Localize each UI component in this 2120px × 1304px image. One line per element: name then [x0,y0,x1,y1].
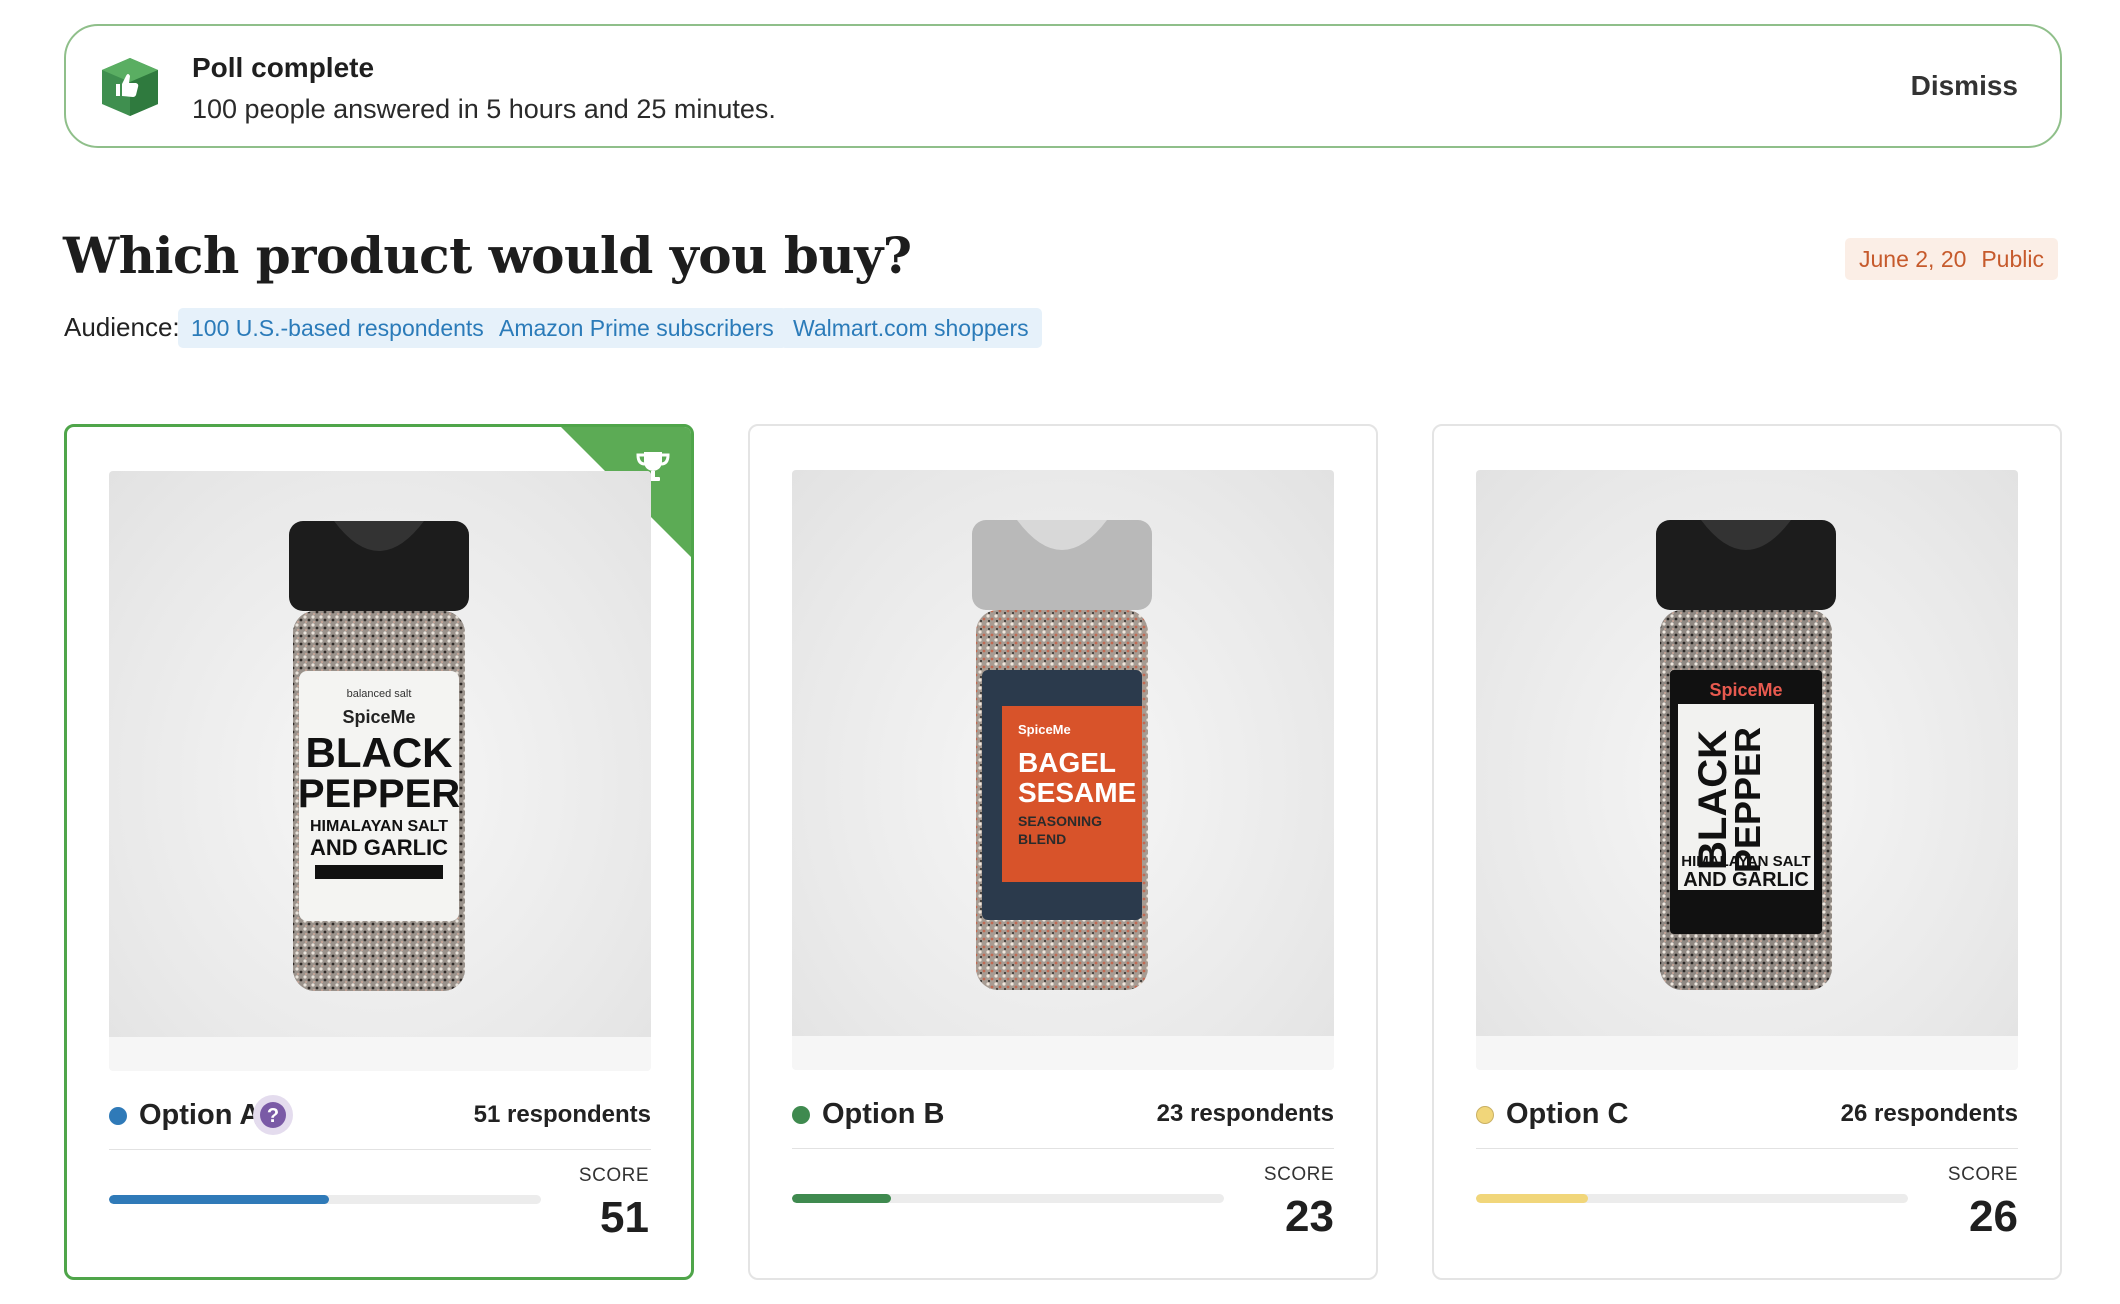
score-bar-fill [109,1195,330,1204]
respondent-count: 23 respondents [1156,1100,1334,1127]
svg-text:AND GARLIC: AND GARLIC [1683,869,1809,891]
svg-text:SEASONING: SEASONING [1018,813,1102,829]
score-bar-fill [792,1194,892,1203]
banner-title: Poll complete [192,52,375,83]
score-bar [109,1195,541,1204]
audience-label: Audience: [64,312,180,342]
score-value: 23 [1285,1192,1334,1241]
divider [1476,1148,2018,1149]
svg-text:SESAME: SESAME [1018,777,1136,808]
dismiss-button[interactable]: Dismiss [1911,70,2018,102]
product-image: SpiceMe BLACK PEPPER HIMALAYAN SALT AND … [1476,470,2018,1036]
score-label: SCORE [1263,1164,1334,1185]
svg-text:PEPPER: PEPPER [298,772,460,816]
score-bar-fill [1476,1194,1589,1203]
option-card-c[interactable]: SpiceMe BLACK PEPPER HIMALAYAN SALT AND … [1432,424,2062,1280]
svg-text:SpiceMe: SpiceMe [342,707,415,727]
product-image-frame: balanced salt SpiceMe BLACK PEPPER HIMAL… [109,471,651,1071]
svg-text:SpiceMe: SpiceMe [1018,722,1071,737]
option-label: Option C [1506,1098,1629,1130]
spice-jar-image: SpiceMe BLACK PEPPER HIMALAYAN SALT AND … [1656,520,1836,990]
score-label: SCORE [578,1165,649,1186]
thumbs-up-cube-icon [102,58,158,116]
svg-text:BLEND: BLEND [1018,831,1066,847]
svg-text:AND GARLIC: AND GARLIC [310,835,448,860]
product-image: balanced salt SpiceMe BLACK PEPPER HIMAL… [109,471,651,1037]
svg-text:BLACK: BLACK [306,729,453,776]
svg-text:PEPPER: PEPPER [1727,727,1768,873]
svg-text:HIMALAYAN SALT: HIMALAYAN SALT [1681,853,1810,870]
score-value: 51 [600,1193,649,1242]
divider [792,1148,1334,1149]
respondent-count: 26 respondents [1840,1100,2018,1127]
product-image-frame: SpiceMe BLACK PEPPER HIMALAYAN SALT AND … [1476,470,2018,1070]
poll-results-page: Poll complete 100 people answered in 5 h… [0,0,2120,1304]
score-label: SCORE [1947,1164,2018,1185]
option-color-dot [1476,1106,1494,1124]
score-value: 26 [1969,1192,2018,1241]
option-color-dot [109,1107,127,1125]
option-row: Option C 26 respondents [1476,1094,2018,1134]
spice-jar-image: SpiceMe BAGEL SESAME SEASONING BLEND [972,520,1152,990]
svg-text:BAGEL: BAGEL [1018,747,1116,778]
product-image: SpiceMe BAGEL SESAME SEASONING BLEND [792,470,1334,1036]
svg-text:balanced salt: balanced salt [347,688,412,700]
spice-jar-image: balanced salt SpiceMe BLACK PEPPER HIMAL… [289,521,469,991]
poll-title: Which product would you buy? [63,226,912,285]
help-icon[interactable]: ? [253,1095,293,1135]
option-row: Option A ? 51 respondents [109,1095,651,1135]
banner-message: 100 people answered in 5 hours and 25 mi… [192,94,776,124]
respondent-count: 51 respondents [473,1101,651,1128]
option-card-b[interactable]: SpiceMe BAGEL SESAME SEASONING BLEND Opt… [748,424,1378,1280]
svg-text:SpiceMe: SpiceMe [1709,680,1782,700]
option-color-dot [792,1106,810,1124]
audience-tag[interactable]: 100 U.S.-based respondents [178,308,497,348]
option-label: Option A [139,1099,261,1131]
option-label: Option B [822,1098,945,1130]
product-image-frame: SpiceMe BAGEL SESAME SEASONING BLEND [792,470,1334,1070]
audience-tag[interactable]: Amazon Prime subscribers [486,308,787,348]
svg-text:HIMALAYAN SALT: HIMALAYAN SALT [310,818,448,835]
divider [109,1149,651,1150]
option-card-a[interactable]: balanced salt SpiceMe BLACK PEPPER HIMAL… [64,424,694,1280]
visibility-badge: Public [1967,238,2058,280]
score-bar [1476,1194,1908,1203]
score-bar [792,1194,1224,1203]
poll-complete-banner: Poll complete 100 people answered in 5 h… [64,24,2062,148]
audience-tag[interactable]: Walmart.com shoppers [780,308,1042,348]
option-row: Option B 23 respondents [792,1094,1334,1134]
